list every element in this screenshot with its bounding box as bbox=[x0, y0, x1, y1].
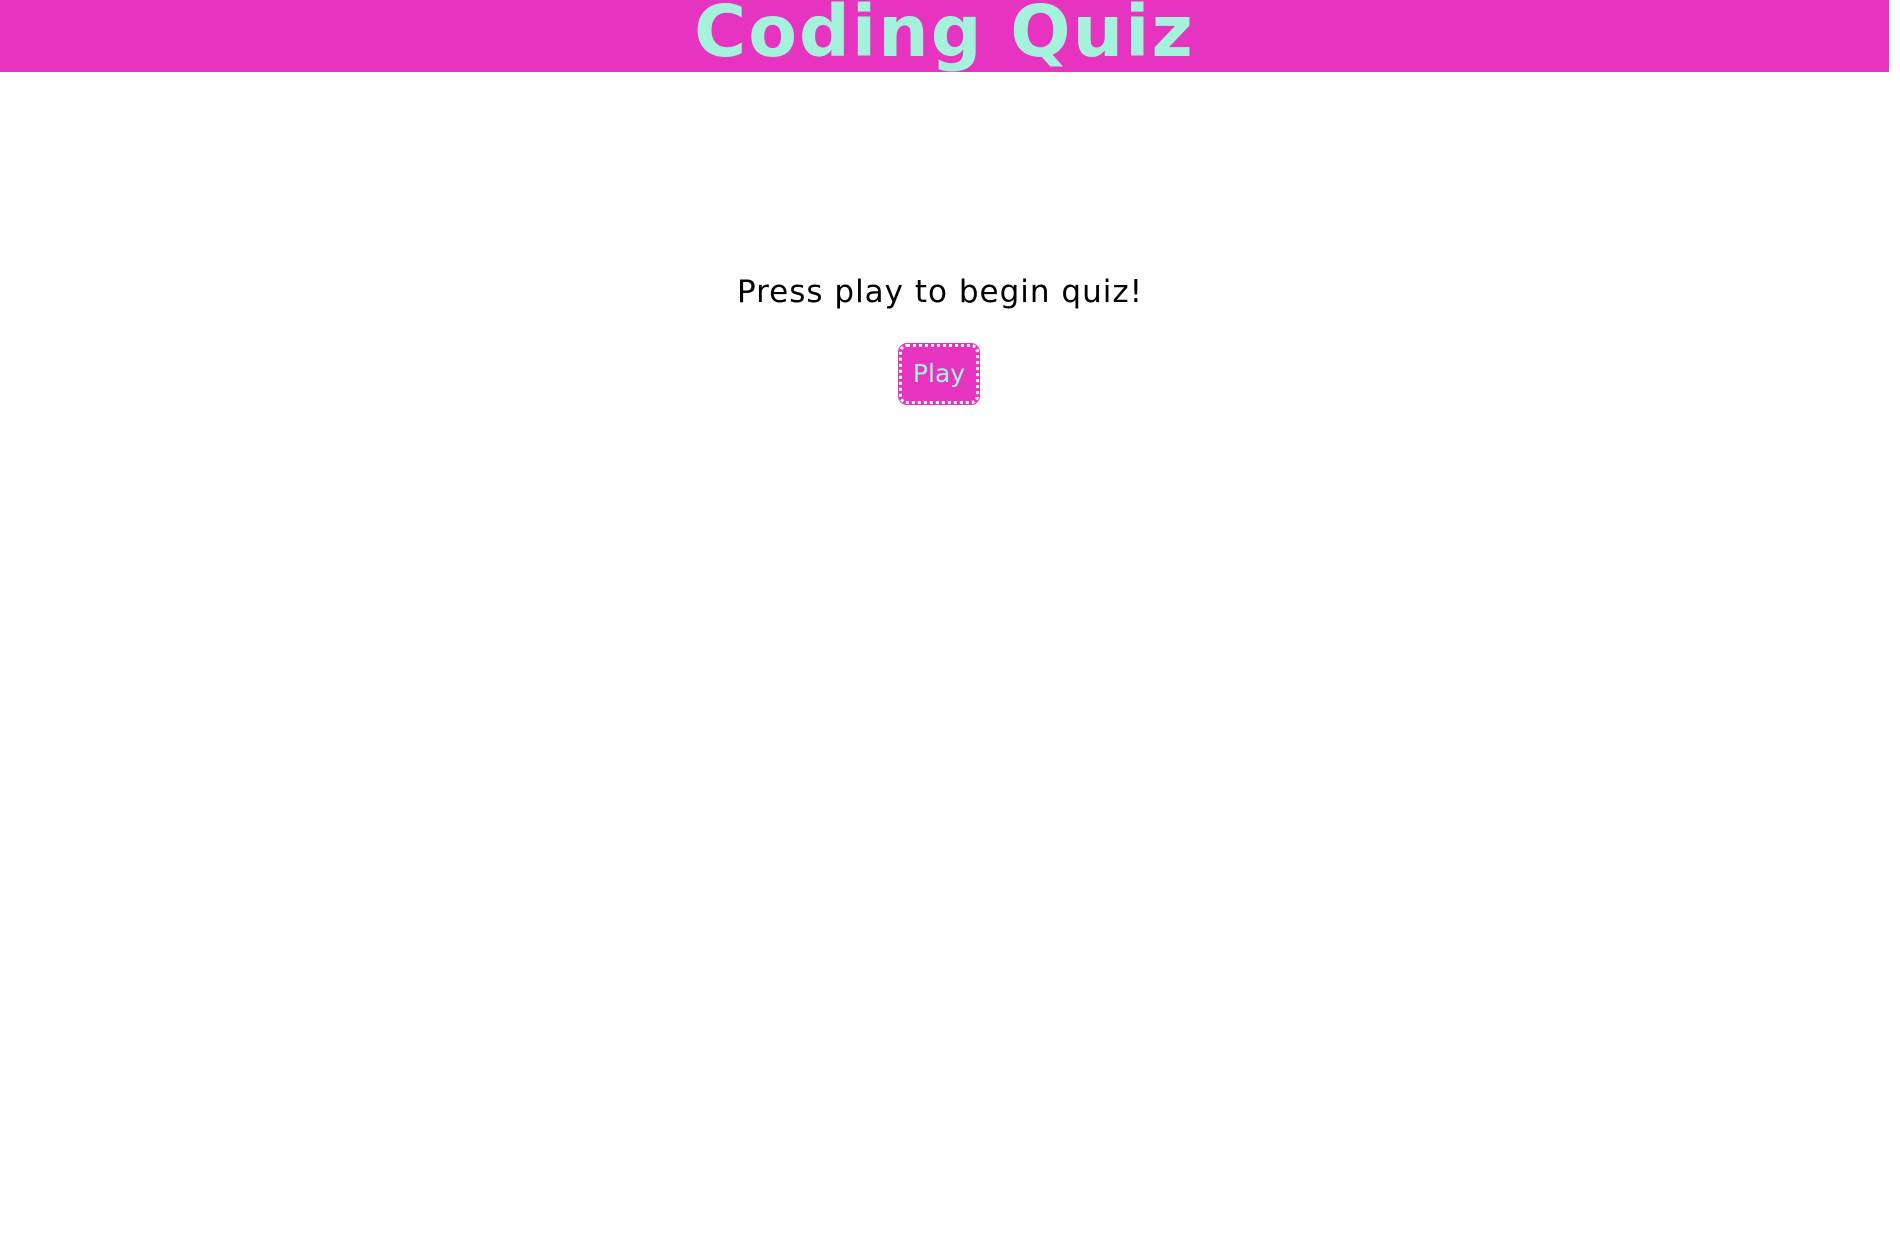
page-title: Coding Quiz bbox=[694, 0, 1195, 72]
header-bar: Coding Quiz bbox=[0, 0, 1889, 72]
play-button[interactable]: Play bbox=[898, 343, 980, 405]
quiz-page: Coding Quiz Press play to begin quiz! Pl… bbox=[0, 0, 1900, 1260]
start-prompt: Press play to begin quiz! bbox=[736, 274, 1144, 310]
